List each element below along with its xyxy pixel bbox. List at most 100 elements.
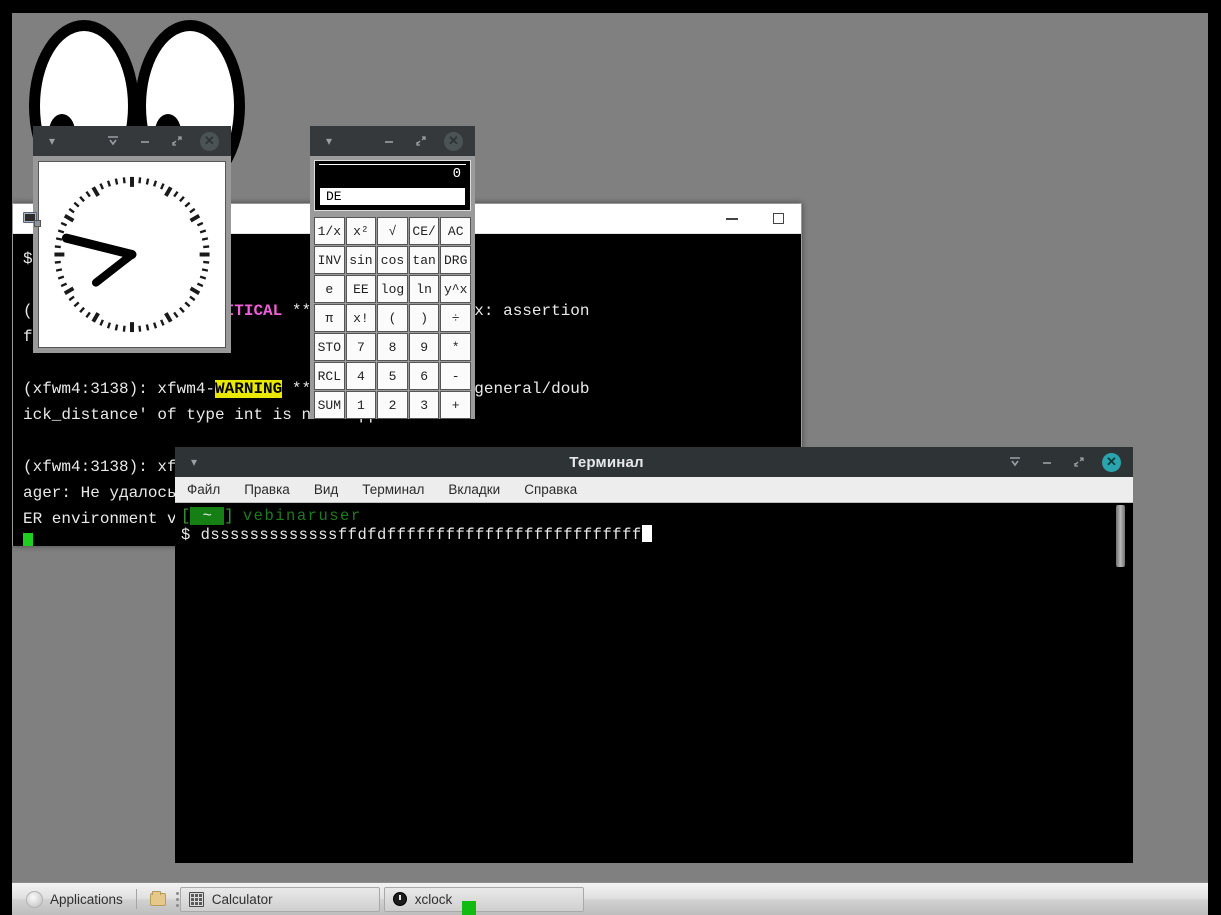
clock-tick: [166, 187, 171, 196]
calc-key[interactable]: 1: [346, 391, 377, 419]
calc-key[interactable]: CE/: [409, 217, 440, 245]
clock-tick: [180, 308, 184, 312]
minimize-icon[interactable]: [1038, 453, 1056, 471]
calc-key[interactable]: INV: [314, 246, 345, 274]
clock-tick: [116, 179, 117, 185]
maximize-icon[interactable]: [1070, 453, 1088, 471]
terminal-menu-item[interactable]: Файл: [187, 482, 220, 497]
calc-key[interactable]: 1/x: [314, 217, 345, 245]
clock-tick: [161, 320, 163, 325]
terminal-menu-item[interactable]: Терминал: [362, 482, 424, 497]
clock-tick: [100, 184, 102, 189]
window-xcalc[interactable]: ▾ ✕ 0 DE 1/xx²√CE/ACINVsincostanDRGeEElo…: [310, 126, 475, 456]
clock-tick: [185, 302, 189, 306]
calc-key[interactable]: +: [440, 391, 471, 419]
calc-key[interactable]: ): [409, 304, 440, 332]
calc-key[interactable]: x!: [346, 304, 377, 332]
calc-key[interactable]: log: [377, 275, 408, 303]
ssh-text-segment: WARNING: [215, 380, 282, 398]
calc-key[interactable]: cos: [377, 246, 408, 274]
calc-key[interactable]: 7: [346, 333, 377, 361]
calc-key[interactable]: -: [440, 362, 471, 390]
calc-key[interactable]: EE: [346, 275, 377, 303]
clock-tick: [124, 326, 125, 332]
calc-key[interactable]: AC: [440, 217, 471, 245]
close-icon[interactable]: ✕: [200, 132, 219, 151]
close-icon[interactable]: ✕: [1102, 453, 1121, 472]
terminal-menu-item[interactable]: Справка: [524, 482, 577, 497]
clock-tick: [200, 231, 206, 233]
clock-tick: [139, 177, 140, 183]
calc-key[interactable]: y^x: [440, 275, 471, 303]
clock-tick: [161, 184, 163, 189]
calc-key[interactable]: sin: [346, 246, 377, 274]
calc-key[interactable]: 3: [409, 391, 440, 419]
calc-key[interactable]: RCL: [314, 362, 345, 390]
close-icon[interactable]: ✕: [444, 132, 463, 151]
clock-tick: [124, 177, 125, 183]
calc-key[interactable]: 8: [377, 333, 408, 361]
calc-key[interactable]: 9: [409, 333, 440, 361]
calc-key[interactable]: 5: [377, 362, 408, 390]
calc-key[interactable]: STO: [314, 333, 345, 361]
clock-tick: [86, 192, 90, 197]
window-terminal[interactable]: ▾ Терминал ✕ Файл Правка Вид Терминал Вкладк…: [175, 447, 1133, 863]
shade-icon[interactable]: [104, 132, 122, 150]
ssh-minimize-button[interactable]: [709, 204, 755, 233]
ssh-maximize-button[interactable]: [755, 204, 801, 233]
clock-tick: [197, 284, 202, 286]
shade-icon[interactable]: [1006, 453, 1024, 471]
clock-svg: [39, 162, 225, 347]
calc-key[interactable]: ln: [409, 275, 440, 303]
xcalc-titlebar[interactable]: ▾ ✕: [310, 126, 475, 156]
calc-key[interactable]: 6: [409, 362, 440, 390]
task-label-xclock: xclock: [415, 892, 453, 907]
calc-key[interactable]: ÷: [440, 304, 471, 332]
clock-tick: [147, 179, 148, 185]
applications-menu-button[interactable]: Applications: [16, 886, 133, 913]
minimize-icon[interactable]: [136, 132, 154, 150]
calc-key[interactable]: π: [314, 304, 345, 332]
clock-tick: [154, 323, 156, 329]
maximize-icon[interactable]: [168, 132, 186, 150]
task-button-calculator[interactable]: Calculator: [180, 887, 380, 912]
clock-tick: [93, 313, 98, 322]
task-button-xclock[interactable]: xclock: [384, 887, 584, 912]
menu-chevron-icon[interactable]: ▾: [39, 134, 65, 148]
menu-chevron-icon[interactable]: ▾: [316, 134, 342, 148]
clock-tick: [202, 238, 208, 239]
terminal-titlebar[interactable]: ▾ Терминал ✕: [175, 447, 1133, 477]
terminal-scrollbar[interactable]: [1114, 503, 1127, 863]
file-manager-launcher[interactable]: [140, 886, 176, 913]
calc-key[interactable]: x²: [346, 217, 377, 245]
terminal-menu-item[interactable]: Вид: [314, 482, 338, 497]
window-xclock[interactable]: ▾ ✕: [33, 126, 231, 353]
calc-key[interactable]: tan: [409, 246, 440, 274]
xclock-titlebar[interactable]: ▾ ✕: [33, 126, 231, 156]
calc-key[interactable]: (: [377, 304, 408, 332]
ssh-terminal-icon: [23, 210, 41, 227]
calc-key[interactable]: SUM: [314, 391, 345, 419]
terminal-menubar[interactable]: Файл Правка Вид Терминал Вкладки Справка: [175, 477, 1133, 503]
calc-key[interactable]: DRG: [440, 246, 471, 274]
clock-tick: [190, 297, 195, 301]
taskbar[interactable]: Applications Calculator xclock: [12, 882, 1208, 915]
calc-key[interactable]: 2: [377, 391, 408, 419]
terminal-menu-item[interactable]: Вкладки: [448, 482, 500, 497]
minimize-icon[interactable]: [380, 132, 398, 150]
terminal-output[interactable]: [ ~ ] vebinaruser $ dsssssssssssssffdfdf…: [175, 503, 1133, 863]
terminal-command-line: $ dsssssssssssssffdfdfffffffffffffffffff…: [181, 525, 1133, 544]
terminal-menu-item[interactable]: Правка: [244, 482, 290, 497]
clock-tick: [147, 325, 148, 331]
calc-key[interactable]: e: [314, 275, 345, 303]
calc-key[interactable]: 4: [346, 362, 377, 390]
clock-tick: [69, 297, 74, 301]
menu-chevron-icon[interactable]: ▾: [181, 455, 207, 469]
maximize-icon[interactable]: [412, 132, 430, 150]
terminal-scrollbar-thumb[interactable]: [1116, 505, 1125, 567]
calc-key[interactable]: √: [377, 217, 408, 245]
clock-tick: [154, 181, 156, 187]
clock-tick: [61, 223, 66, 225]
calculator-keypad[interactable]: 1/xx²√CE/AC INVsincostanDRG eEEloglny^x πx!…: [314, 217, 471, 419]
calc-key[interactable]: *: [440, 333, 471, 361]
